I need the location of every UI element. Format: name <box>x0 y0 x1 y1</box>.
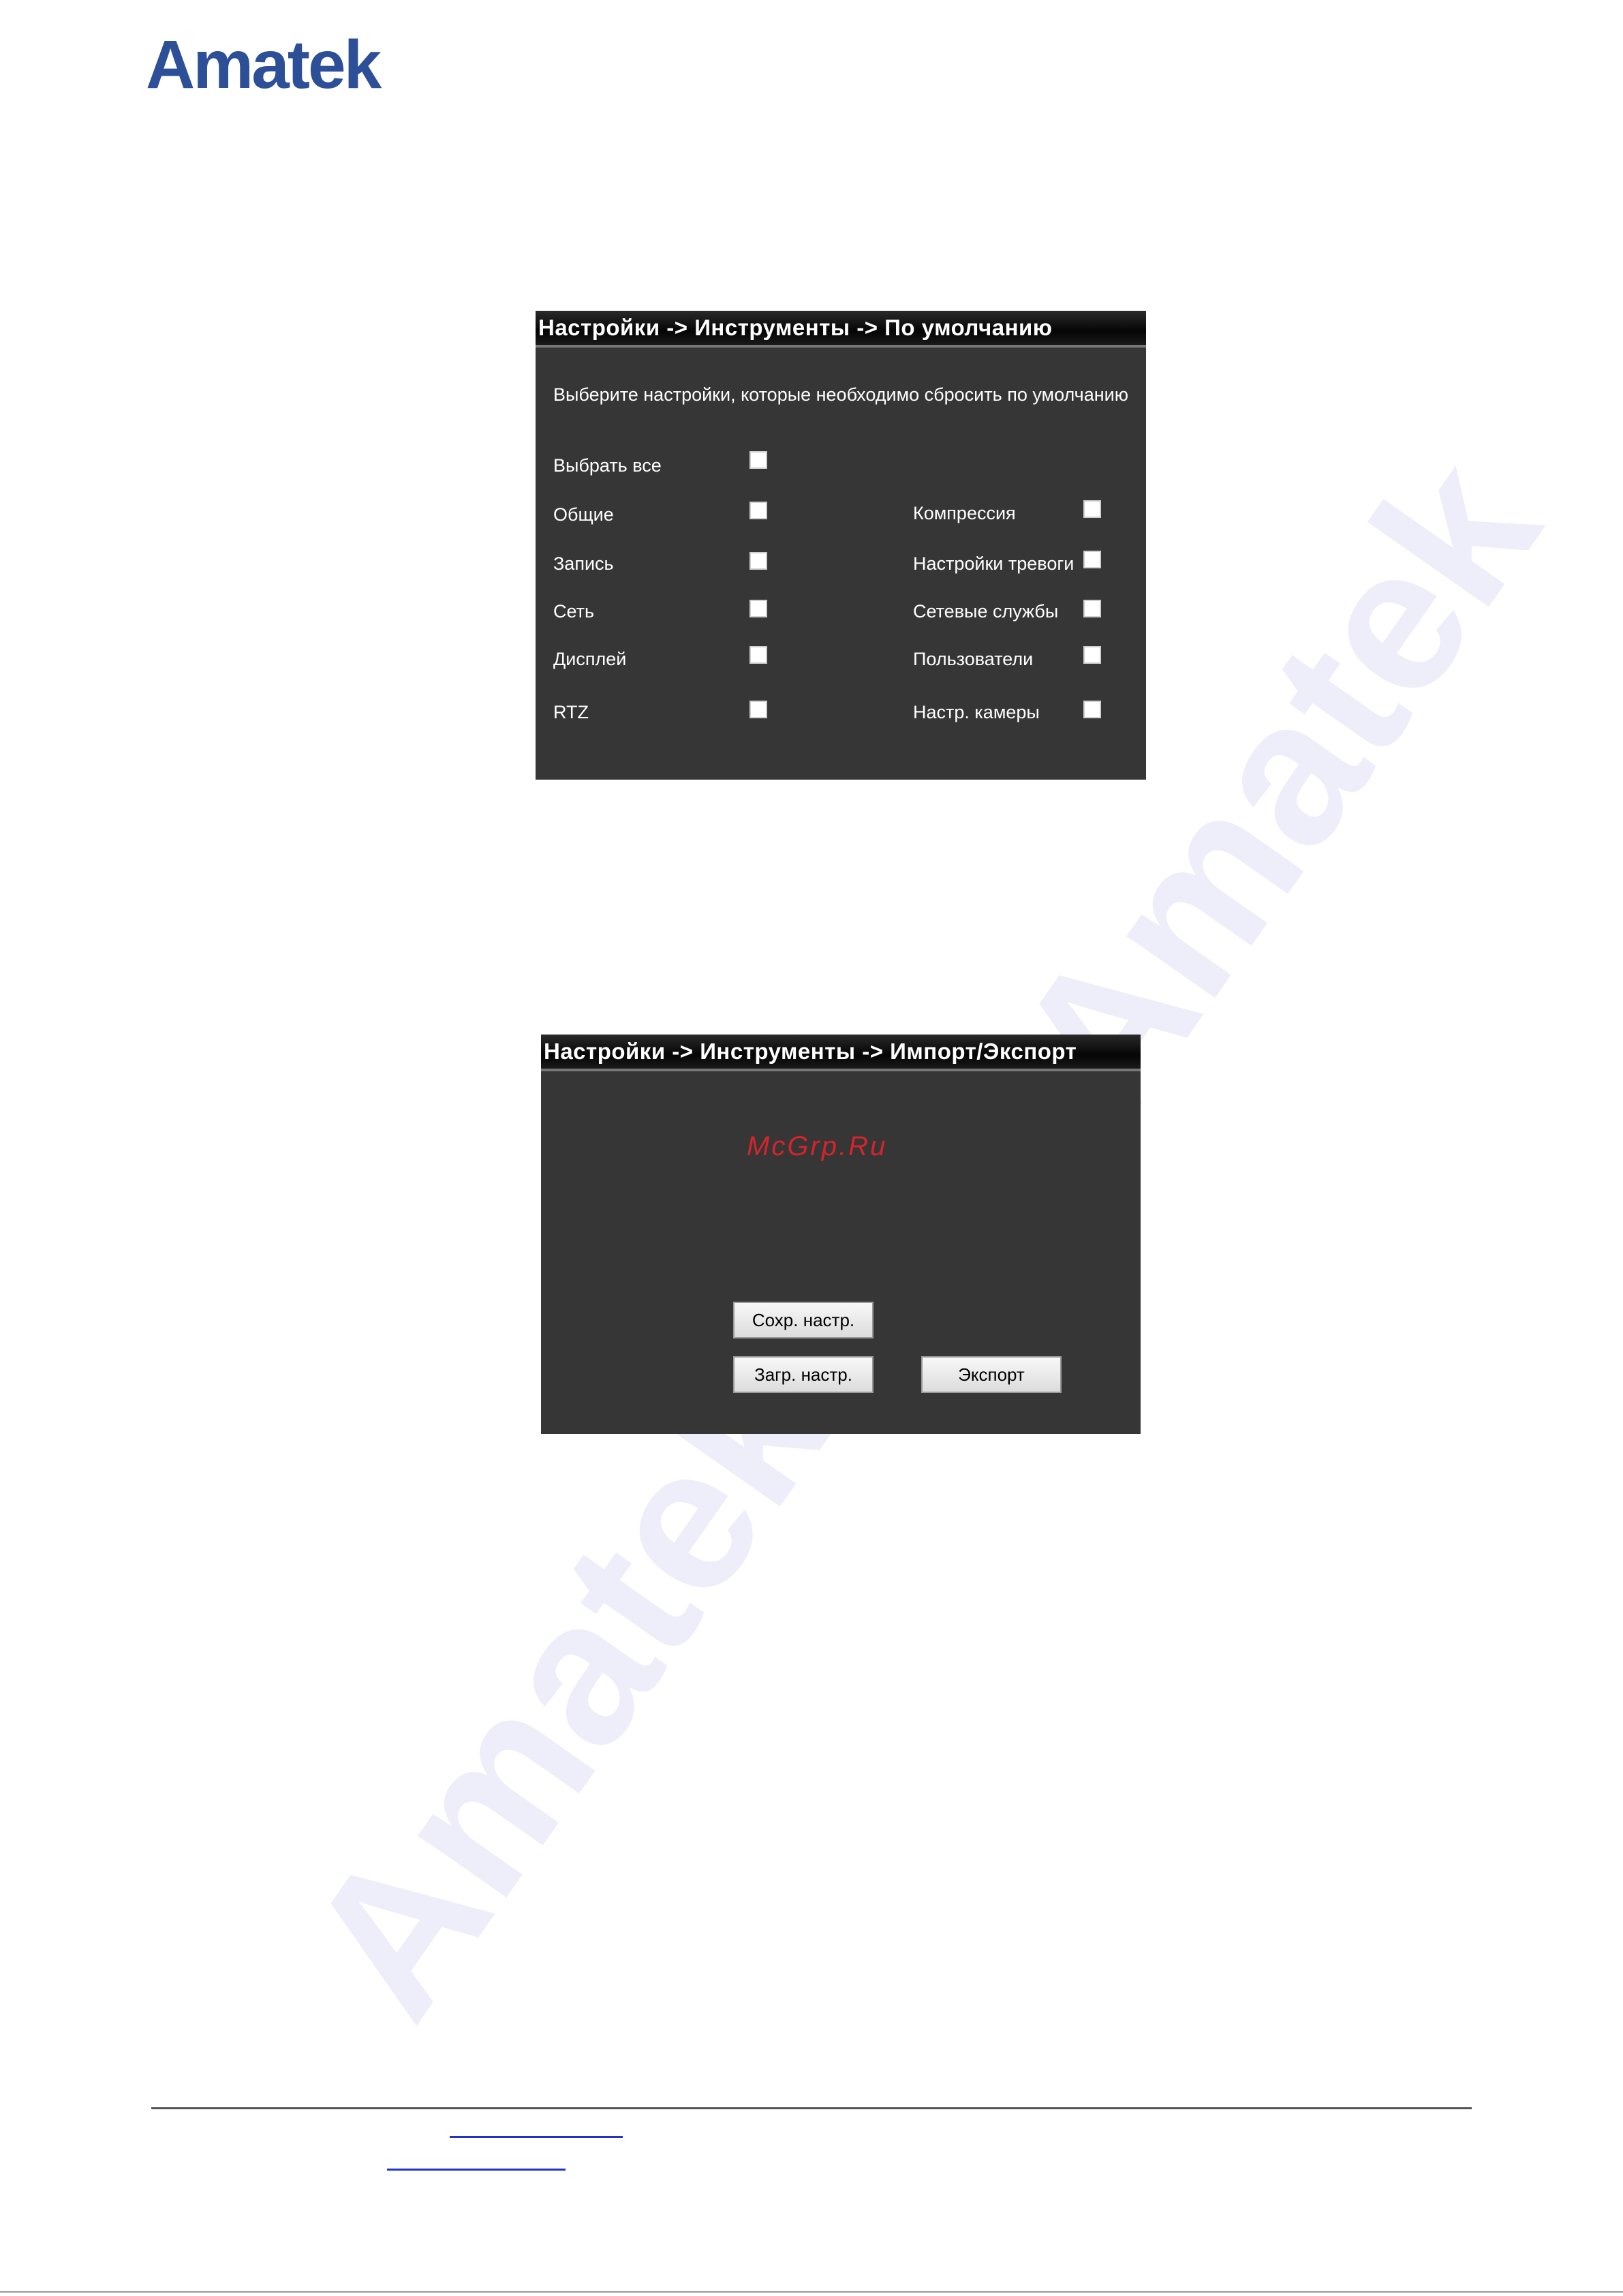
footer-link-2[interactable] <box>387 2169 566 2171</box>
load-settings-button[interactable]: Загр. настр. <box>733 1356 874 1393</box>
option-label-record: Запись <box>553 553 614 574</box>
select-all-checkbox[interactable] <box>749 451 767 469</box>
import-export-titlebar: Настройки -> Инструменты -> Импорт/Экспо… <box>541 1035 1141 1071</box>
save-settings-button[interactable]: Сохр. настр. <box>733 1302 874 1338</box>
checkbox-rtz[interactable] <box>749 701 767 718</box>
export-button[interactable]: Экспорт <box>921 1356 1062 1393</box>
checkbox-users[interactable] <box>1083 646 1101 664</box>
option-label-rtz: RTZ <box>553 702 589 722</box>
option-label-general: Общие <box>553 504 614 525</box>
defaults-title: Настройки -> Инструменты -> По умолчанию <box>538 315 1053 340</box>
defaults-titlebar: Настройки -> Инструменты -> По умолчанию <box>536 311 1146 348</box>
checkbox-camera[interactable] <box>1083 701 1101 718</box>
footer-link-1[interactable] <box>450 2136 623 2138</box>
defaults-panel: Настройки -> Инструменты -> По умолчанию… <box>536 311 1146 780</box>
checkbox-network[interactable] <box>749 600 767 617</box>
checkbox-net-services[interactable] <box>1083 600 1101 617</box>
defaults-intro: Выберите настройки, которые необходимо с… <box>553 384 1129 405</box>
option-label-net-services: Сетевые службы <box>913 601 1059 622</box>
overlay-text: McGrp.Ru <box>747 1131 888 1161</box>
checkbox-record[interactable] <box>749 552 767 570</box>
option-label-users: Пользователи <box>913 649 1034 669</box>
checkbox-general[interactable] <box>749 502 767 519</box>
amatek-logo: Amatek <box>146 27 382 103</box>
page-bottom-line <box>0 2291 1623 2293</box>
option-label-camera: Настр. камеры <box>913 702 1040 722</box>
option-label-display: Дисплей <box>553 649 627 669</box>
option-label-alarm: Настройки тревоги <box>913 553 1075 574</box>
checkbox-compression[interactable] <box>1083 500 1101 518</box>
checkbox-alarm[interactable] <box>1083 551 1101 568</box>
footer-divider <box>151 2107 1472 2109</box>
checkbox-display[interactable] <box>749 646 767 664</box>
option-label-compression: Компрессия <box>913 503 1016 523</box>
import-export-title: Настройки -> Инструменты -> Импорт/Экспо… <box>544 1039 1077 1064</box>
import-export-panel: Настройки -> Инструменты -> Импорт/Экспо… <box>541 1035 1141 1434</box>
select-all-label: Выбрать все <box>553 455 662 476</box>
option-label-network: Сеть <box>553 601 595 622</box>
